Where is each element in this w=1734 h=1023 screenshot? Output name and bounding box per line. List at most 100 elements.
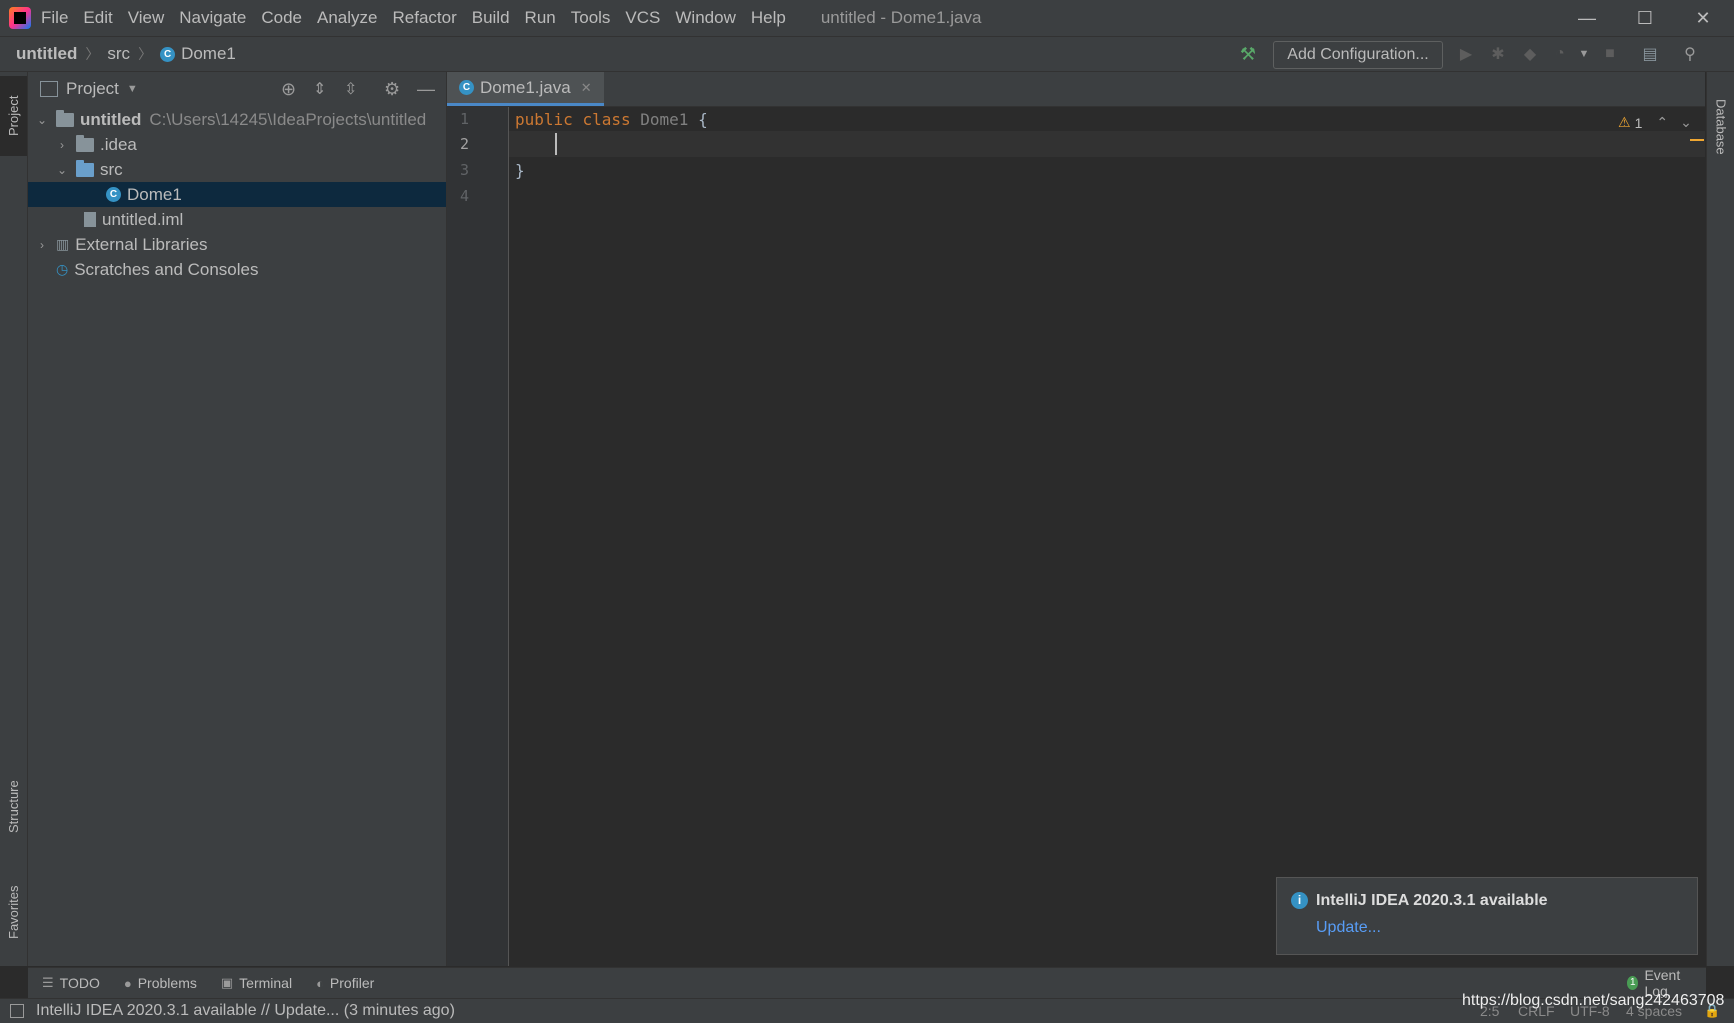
expand-arrow-icon[interactable]: › — [54, 138, 70, 152]
close-brace: } — [515, 161, 525, 180]
line-number-gutter: 1 2 3 4 — [447, 107, 509, 966]
problems-icon: ● — [123, 975, 132, 991]
tree-item-label: Scratches and Consoles — [74, 259, 259, 279]
breadcrumb-folder[interactable]: src — [107, 44, 130, 64]
scratches-clock-icon: ◷ — [56, 261, 69, 277]
problems-label: Problems — [137, 975, 197, 991]
toggle-tool-windows-icon[interactable] — [10, 1004, 24, 1018]
update-notification: i IntelliJ IDEA 2020.3.1 available Updat… — [1276, 877, 1698, 955]
menu-tools[interactable]: Tools — [571, 8, 611, 28]
menu-edit[interactable]: Edit — [83, 8, 112, 28]
code-line-1: public class Dome1 { — [515, 110, 708, 129]
menu-bar: File Edit View Navigate Code Analyze Ref… — [0, 0, 1734, 37]
terminal-icon: ▣ — [220, 975, 234, 990]
java-class-icon: C — [106, 187, 121, 202]
view-dropdown-chevron-down-icon[interactable]: ▼ — [127, 83, 138, 95]
breadcrumb-project[interactable]: untitled — [16, 44, 77, 64]
breadcrumb-separator-icon: 〉 — [138, 46, 153, 62]
build-hammer-icon[interactable]: ⚒ — [1238, 44, 1258, 64]
settings-gear-icon[interactable]: ⚙ — [384, 79, 400, 100]
tree-item-project-root[interactable]: ⌄ untitled C:\Users\14245\IdeaProjects\u… — [28, 107, 446, 132]
keyword-class: class — [582, 110, 631, 129]
problems-tool-button[interactable]: ● Problems — [124, 975, 197, 991]
collapse-arrow-icon[interactable]: ⌄ — [54, 163, 70, 177]
debug-icon[interactable]: ✱ — [1488, 44, 1508, 64]
module-folder-icon — [56, 109, 74, 127]
add-configuration-button[interactable]: Add Configuration... — [1273, 41, 1443, 69]
minimize-button[interactable]: — — [1558, 0, 1616, 36]
menu-analyze[interactable]: Analyze — [317, 8, 377, 28]
window-title: untitled - Dome1.java — [820, 8, 982, 27]
tree-item-external-libraries[interactable]: › ▥ External Libraries — [28, 232, 446, 257]
menu-build[interactable]: Build — [472, 8, 510, 28]
tree-item-iml[interactable]: untitled.iml — [28, 207, 446, 232]
status-message[interactable]: IntelliJ IDEA 2020.3.1 available // Upda… — [36, 1002, 455, 1020]
warning-stripe-marker[interactable] — [1690, 139, 1704, 141]
close-tab-icon[interactable]: ✕ — [581, 80, 592, 96]
tree-item-label: Dome1 — [127, 184, 182, 204]
text-caret — [555, 133, 557, 155]
search-everywhere-icon[interactable]: ⚲ — [1680, 44, 1700, 64]
tree-item-idea[interactable]: › .idea — [28, 132, 446, 157]
tree-item-dome1[interactable]: C Dome1 — [28, 182, 446, 207]
profile-icon[interactable]: ◔ — [1550, 44, 1570, 64]
project-structure-icon[interactable]: ▤ — [1640, 44, 1660, 64]
profiler-label: Profiler — [329, 975, 375, 991]
line-number: 1 — [459, 110, 469, 128]
hide-panel-icon[interactable]: — — [417, 79, 435, 100]
expand-all-icon[interactable]: ⇕ — [313, 79, 326, 99]
tree-item-label: .idea — [100, 134, 137, 154]
intellij-logo-icon — [9, 7, 31, 29]
iml-file-icon — [84, 212, 96, 227]
menu-vcs[interactable]: VCS — [625, 8, 660, 28]
terminal-tool-button[interactable]: ▣ Terminal — [221, 975, 292, 991]
editor-tab-dome1[interactable]: C Dome1.java ✕ — [447, 72, 604, 106]
class-name: Dome1 — [640, 110, 689, 129]
project-view-title[interactable]: Project — [66, 79, 119, 99]
coverage-icon[interactable]: ◆ — [1520, 44, 1540, 64]
editor-tab-label: Dome1.java — [480, 77, 571, 97]
open-brace: { — [698, 110, 708, 129]
tree-item-label: External Libraries — [75, 234, 208, 254]
menu-refactor[interactable]: Refactor — [392, 8, 456, 28]
tree-item-label: untitled — [80, 109, 142, 129]
bottom-tool-bar: ☰ TODO ● Problems ▣ Terminal ◐ Profiler … — [28, 967, 1706, 999]
menu-file[interactable]: File — [41, 8, 68, 28]
locate-file-icon[interactable]: ⊕ — [281, 79, 296, 100]
menu-view[interactable]: View — [128, 8, 165, 28]
collapse-arrow-icon[interactable]: ⌄ — [34, 113, 50, 127]
menu-run[interactable]: Run — [525, 8, 556, 28]
tree-item-src[interactable]: ⌄ src — [28, 157, 446, 182]
update-link[interactable]: Update... — [1316, 919, 1381, 937]
close-button[interactable]: ✕ — [1674, 0, 1732, 36]
breadcrumb-file[interactable]: Dome1 — [181, 44, 236, 64]
menu-navigate[interactable]: Navigate — [179, 8, 246, 28]
editor-tab-bar: C Dome1.java ✕ — [447, 72, 1705, 107]
profiler-tool-button[interactable]: ◐ Profiler — [316, 975, 374, 991]
stop-icon[interactable]: ■ — [1600, 44, 1620, 64]
code-content[interactable]: public class Dome1 { } — [509, 107, 1705, 966]
menu-code[interactable]: Code — [261, 8, 302, 28]
project-tool-tab[interactable]: Project — [0, 76, 27, 156]
library-icon: ▥ — [56, 236, 70, 252]
project-view-icon — [40, 81, 58, 97]
tree-item-scratches[interactable]: ◷ Scratches and Consoles — [28, 257, 446, 282]
menu-window[interactable]: Window — [675, 8, 735, 28]
maximize-button[interactable]: ☐ — [1616, 0, 1674, 36]
menu-help[interactable]: Help — [751, 8, 786, 28]
collapse-all-icon[interactable]: ⇳ — [344, 79, 357, 99]
project-panel-header: Project ▼ ⊕ ⇕ ⇳ ⚙ — — [28, 72, 446, 106]
expand-arrow-icon[interactable]: › — [34, 238, 50, 252]
left-tool-strip: Project Structure Favorites — [0, 72, 28, 966]
todo-tool-button[interactable]: ☰ TODO — [42, 975, 100, 991]
run-icon[interactable]: ▶ — [1456, 44, 1476, 64]
warning-icon: ⚠ — [1618, 114, 1631, 130]
structure-tool-tab[interactable]: Structure — [0, 762, 27, 852]
inspection-widget[interactable]: ⚠ 1 ⌃ ⌄ — [1618, 114, 1692, 131]
database-tool-tab[interactable]: Database — [1707, 82, 1734, 172]
line-number: 2 — [459, 135, 469, 153]
previous-highlight-chevron-up-icon[interactable]: ⌃ — [1656, 114, 1668, 131]
next-highlight-chevron-down-icon[interactable]: ⌄ — [1680, 114, 1692, 131]
more-run-chevron-down-icon[interactable]: ▼ — [1574, 44, 1594, 64]
favorites-tool-tab[interactable]: Favorites — [0, 867, 27, 957]
